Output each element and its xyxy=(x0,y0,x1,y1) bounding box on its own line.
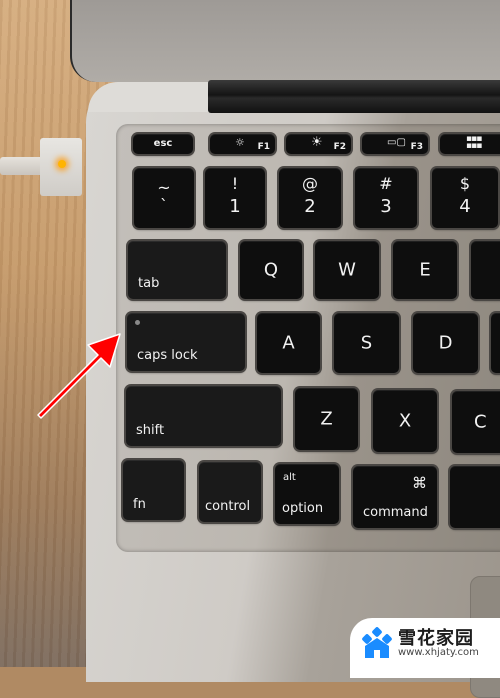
watermark-url: www.xhjaty.com xyxy=(398,647,479,658)
red-arrow-icon xyxy=(37,333,121,419)
snowflake-house-logo-icon xyxy=(362,627,392,658)
annotation-arrow xyxy=(37,333,121,419)
